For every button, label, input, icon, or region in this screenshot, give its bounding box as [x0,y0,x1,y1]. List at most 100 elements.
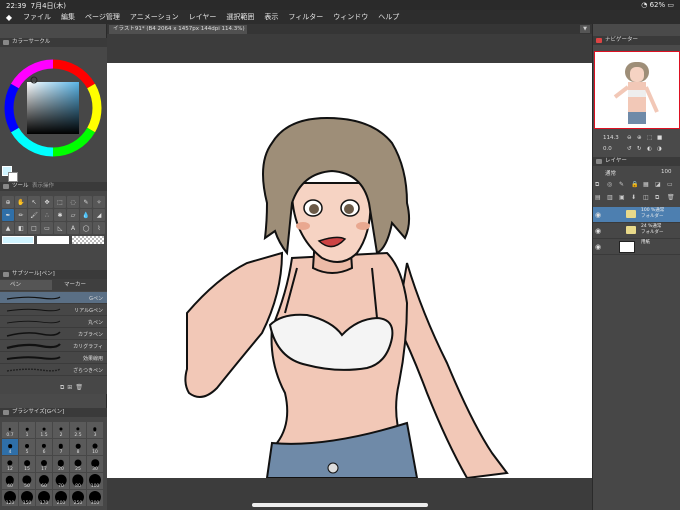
eye-icon[interactable]: ◉ [595,211,601,219]
brush-size-option[interactable]: 15 [19,456,35,472]
layer-row[interactable]: ◉ 24 %通常 フォルダー [593,223,680,239]
brush-size-option[interactable]: 300 [87,490,103,506]
lasso-tool-icon[interactable]: ◌ [67,196,79,208]
navigator-thumbnail[interactable] [594,51,680,129]
blend-mode-select[interactable]: 通常 [605,169,616,177]
transparent-color-bar[interactable] [72,236,104,244]
mask-icon[interactable]: ◪ [655,181,666,193]
brush-size-option[interactable]: 1 [19,422,35,438]
eye-icon[interactable]: ◉ [595,227,601,235]
menu-help[interactable]: ヘルプ [373,12,404,22]
brush-size-option[interactable]: 170 [36,490,52,506]
merge-down-icon[interactable]: ⬇ [631,194,642,206]
selection-tool-icon[interactable]: ⬚ [54,196,66,208]
new-raster-layer-icon[interactable]: ▤ [595,194,606,206]
move-layer-tool-icon[interactable]: ✥ [41,196,53,208]
document-tab[interactable]: イラスト91* (B4 2064 x 1457px 144dpi 114.3%) [109,25,247,34]
layer-row[interactable]: ◉ 用紙 [593,239,680,255]
draft-icon[interactable]: ✎ [619,181,630,193]
blend-tool-icon[interactable]: 💧 [80,209,92,221]
eyedropper-tool-icon[interactable]: ✎ [80,196,92,208]
brush-size-option[interactable]: 120 [2,490,18,506]
menu-file[interactable]: ファイル [18,12,56,22]
flip-icon[interactable]: ◑ [657,146,662,152]
eraser-tool-icon[interactable]: ▱ [67,209,79,221]
brush-item-effect-line[interactable]: 効果線用 [0,352,107,364]
lock-alpha-icon[interactable]: ▦ [643,181,654,193]
auto-select-tool-icon[interactable]: ✧ [93,196,105,208]
main-color-bar[interactable] [2,236,34,244]
brush-item-round-pen[interactable]: 丸ペン [0,316,107,328]
brush-size-option[interactable]: 2 [53,422,69,438]
brush-item-g-pen[interactable]: Gペン [0,292,107,304]
sub-color-bar[interactable] [37,236,69,244]
brush-size-option[interactable]: 12 [2,456,18,472]
opacity-value[interactable]: 100 [661,169,672,175]
brush-size-option[interactable]: 200 [53,490,69,506]
airbrush-tool-icon[interactable]: ∴ [41,209,53,221]
brush-size-option[interactable]: 150 [19,490,35,506]
color-swatches[interactable] [2,166,18,182]
app-logo-icon[interactable]: ◆ [0,10,18,24]
tab-marker[interactable]: マーカー [54,280,106,290]
zoom-out-icon[interactable]: ⊖ [627,135,632,141]
brush-size-option[interactable]: 80 [70,473,86,489]
correct-line-tool-icon[interactable]: ⌇ [93,222,105,234]
zoom-in-icon[interactable]: ⊕ [637,135,642,141]
fill-tool-icon[interactable]: ◢ [93,209,105,221]
brush-size-option[interactable]: 0.7 [2,422,18,438]
brush-size-option[interactable]: 2.5 [70,422,86,438]
new-folder-icon[interactable]: ▣ [619,194,630,206]
add-subtool-icon[interactable]: ⊞ [67,384,72,393]
menu-edit[interactable]: 編集 [56,12,80,22]
delete-icon[interactable]: 🗑 [75,384,83,393]
sub-color-swatch[interactable] [8,172,18,182]
brush-size-option[interactable]: 40 [2,473,18,489]
eye-icon[interactable]: ◉ [595,243,601,251]
fit-icon[interactable]: ⬚ [647,135,652,141]
brush-item-kabura-pen[interactable]: カブラペン [0,328,107,340]
brush-size-option[interactable]: 20 [53,456,69,472]
zoom-tool-icon[interactable]: ⊕ [2,196,14,208]
brush-item-calligraphy[interactable]: カリグラフィ [0,340,107,352]
brush-size-option[interactable]: 10 [87,439,103,455]
figure-tool-icon[interactable]: □ [28,222,40,234]
brush-size-option[interactable]: 250 [70,490,86,506]
text-tool-icon[interactable]: A [67,222,79,234]
delete-layer-icon[interactable]: 🗑 [667,194,678,206]
reset-rotation-icon[interactable]: ◐ [647,146,652,152]
color-wheel[interactable] [3,58,103,158]
brush-size-option[interactable]: 8 [70,439,86,455]
clip-icon[interactable]: ⧉ [595,181,606,193]
brush-item-real-g-pen[interactable]: リアルGペン [0,304,107,316]
rotate-right-icon[interactable]: ↻ [637,146,642,152]
brush-size-option[interactable]: 5 [19,439,35,455]
menu-layer[interactable]: レイヤー [184,12,222,22]
reference-icon[interactable]: ◎ [607,181,618,193]
menu-page[interactable]: ページ管理 [80,12,125,22]
layer-mask-icon[interactable]: ◫ [643,194,654,206]
lock-icon[interactable]: 🔒 [631,181,642,193]
brush-size-option[interactable]: 100 [87,473,103,489]
layer-row[interactable]: ◉ 100 %通常 フォルダー [593,207,680,223]
brush-item-rough-pen[interactable]: ざらつきペン [0,364,107,376]
pencil-tool-icon[interactable]: ✏ [15,209,27,221]
brush-size-option[interactable]: 17 [36,456,52,472]
rotate-left-icon[interactable]: ↺ [627,146,632,152]
brush-size-option[interactable]: 30 [87,456,103,472]
new-vector-layer-icon[interactable]: ▥ [607,194,618,206]
operation-tool-icon[interactable]: ↖ [28,196,40,208]
brush-size-option[interactable]: 7 [53,439,69,455]
menu-selection[interactable]: 選択範囲 [221,12,259,22]
frame-tool-icon[interactable]: ▭ [41,222,53,234]
duplicate-icon[interactable]: ⧉ [60,384,64,393]
brush-tool-icon[interactable]: 🖌 [28,209,40,221]
balloon-tool-icon[interactable]: ◯ [80,222,92,234]
tab-menu-icon[interactable]: ▼ [580,25,590,33]
hand-tool-icon[interactable]: ✋ [15,196,27,208]
brush-size-option[interactable]: 6 [36,439,52,455]
canvas-paper[interactable] [107,63,592,478]
pen-tool-icon[interactable]: ✒ [2,209,14,221]
canvas-area[interactable] [107,34,592,510]
menu-animation[interactable]: アニメーション [125,12,184,22]
